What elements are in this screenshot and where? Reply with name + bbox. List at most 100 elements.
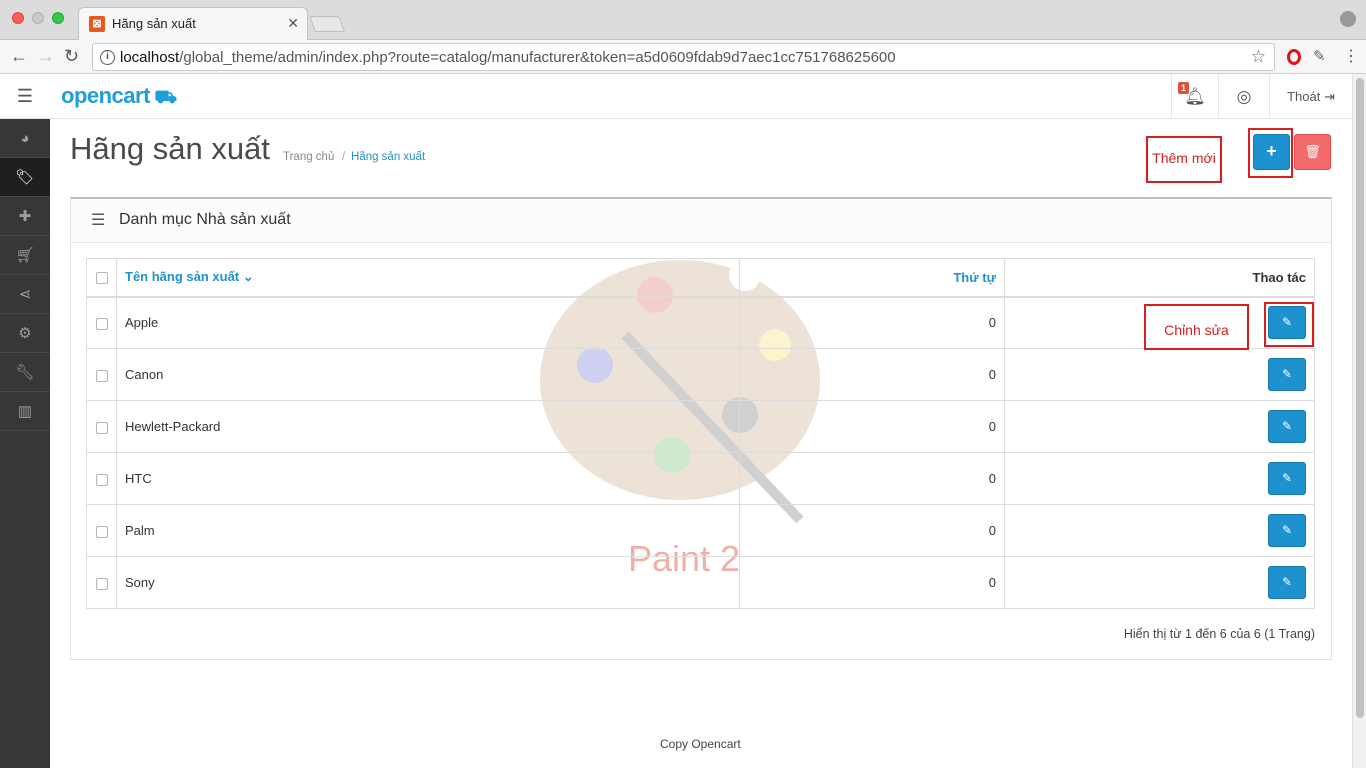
breadcrumb-current-link[interactable]: Hãng sản xuất <box>351 151 425 163</box>
cart-icon[interactable]: 🛒︎ <box>0 236 50 275</box>
manufacturer-name: Hewlett-Packard <box>116 400 740 453</box>
breadcrumb-separator: / <box>342 151 346 163</box>
browser-tab-bar: ⊠ Hãng sản xuất ✕ <box>0 0 1366 40</box>
table-header-row: Tên hãng sản xuất ⌄ Thứ tự Thao tác <box>86 258 1315 298</box>
sort-order-value: 0 <box>739 556 1005 609</box>
action-cell: ✎ <box>1004 504 1315 557</box>
row-select-cell <box>86 556 117 609</box>
table-row: HTC 0 ✎ <box>86 452 1315 505</box>
browser-tab[interactable]: ⊠ Hãng sản xuất ✕ <box>78 7 308 40</box>
breadcrumb-home-link[interactable]: Trang chủ <box>283 151 334 163</box>
sign-out-icon: ⇥ <box>1323 89 1335 104</box>
table-row: Palm 0 ✎ <box>86 504 1315 557</box>
row-checkbox[interactable] <box>95 369 108 382</box>
address-bar[interactable]: i localhost/global_theme/admin/index.php… <box>92 43 1275 71</box>
pagination-summary: Hiển thị từ 1 đến 6 của 6 (1 Trang) <box>1123 627 1315 641</box>
pencil-icon: ✎ <box>1281 523 1293 537</box>
edit-annotation-note: Chỉnh sửa <box>1144 304 1249 350</box>
row-checkbox[interactable] <box>95 317 108 330</box>
scroll-thumb[interactable] <box>1356 78 1364 718</box>
share-icon[interactable]: ⋖ <box>0 275 50 314</box>
notifications-button[interactable]: 1 🔔︎ <box>1171 74 1218 119</box>
logout-label: Thoát <box>1287 89 1321 104</box>
row-checkbox[interactable] <box>95 577 108 590</box>
page-scrollbar[interactable] <box>1352 74 1366 768</box>
browser-menu-icon[interactable]: ⋮ <box>1343 46 1359 66</box>
browser-toolbar: ← → ↻ i localhost/global_theme/admin/ind… <box>0 40 1366 74</box>
name-column-header[interactable]: Tên hãng sản xuất ⌄ <box>116 258 740 298</box>
manufacturer-table: Tên hãng sản xuất ⌄ Thứ tự Thao tác Appl… <box>86 258 1315 609</box>
edit-button[interactable]: ✎ <box>1268 514 1306 547</box>
select-all-cell <box>86 258 117 298</box>
close-window-button[interactable] <box>12 12 24 24</box>
row-checkbox[interactable] <box>95 525 108 538</box>
row-select-cell <box>86 348 117 401</box>
panel-title: Danh mục Nhà sản xuất <box>119 211 291 228</box>
edit-button[interactable]: ✎ <box>1268 462 1306 495</box>
row-checkbox[interactable] <box>95 473 108 486</box>
cog-icon[interactable]: ⚙ <box>0 314 50 353</box>
manufacturer-name: HTC <box>116 452 740 505</box>
add-annotation-note: Thêm mới <box>1146 136 1222 183</box>
select-all-checkbox[interactable] <box>95 272 108 285</box>
sidebar: ◕ 🏷︎ ✚ 🛒︎ ⋖ ⚙ 🔧︎ ▥ <box>0 119 50 768</box>
puzzle-icon[interactable]: ✚ <box>0 197 50 236</box>
manufacturer-name: Canon <box>116 348 740 401</box>
app-header: ☰ opencart ⛟ 1 🔔︎ ◎ Thoát ⇥ <box>0 74 1352 119</box>
wrench-icon[interactable]: 🔧︎ <box>0 353 50 392</box>
help-button[interactable]: ◎ <box>1218 74 1269 119</box>
logo-cart-icon: ⛟ <box>149 87 177 107</box>
edit-button[interactable]: ✎ <box>1268 410 1306 443</box>
forward-arrow-icon[interactable]: → <box>37 45 55 67</box>
profile-icon[interactable] <box>1340 11 1356 27</box>
pencil-icon: ✎ <box>1281 367 1293 381</box>
sort-order-value: 0 <box>739 504 1005 557</box>
minimize-window-button[interactable] <box>32 12 44 24</box>
menu-toggle-icon[interactable]: ☰ <box>0 74 50 119</box>
sort-order-column-header[interactable]: Thứ tự <box>739 258 1005 298</box>
tab-close-icon[interactable]: ✕ <box>287 15 299 32</box>
table-row: Apple 0 ✎ <box>86 296 1315 349</box>
info-icon[interactable]: i <box>100 50 115 65</box>
sort-order-sort-link[interactable]: Thứ tự <box>953 270 996 285</box>
bar-chart-icon[interactable]: ▥ <box>0 392 50 431</box>
back-arrow-icon[interactable]: ← <box>10 45 28 67</box>
action-column-header: Thao tác <box>1004 258 1315 298</box>
sort-order-value: 0 <box>739 348 1005 401</box>
edit-button[interactable]: ✎ <box>1268 358 1306 391</box>
table-row: Hewlett-Packard 0 ✎ <box>86 400 1315 453</box>
logout-button[interactable]: Thoát ⇥ <box>1269 74 1352 119</box>
row-checkbox[interactable] <box>95 421 108 434</box>
manufacturer-name: Sony <box>116 556 740 609</box>
row-select-cell <box>86 400 117 453</box>
footer-text: Copy Opencart <box>660 737 741 751</box>
tab-title: Hãng sản xuất <box>112 16 196 31</box>
row-select-cell <box>86 296 117 349</box>
opencart-logo[interactable]: opencart ⛟ <box>61 83 177 111</box>
add-button[interactable]: + <box>1253 134 1290 170</box>
edit-highlight-box <box>1264 302 1314 347</box>
life-ring-icon: ◎ <box>1236 87 1252 106</box>
action-cell: ✎ <box>1004 348 1315 401</box>
eyedropper-extension-icon[interactable]: ✎ <box>1313 47 1326 65</box>
delete-button[interactable]: 🗑︎ <box>1294 134 1331 170</box>
action-cell: ✎ <box>1004 400 1315 453</box>
table-row: Canon 0 ✎ <box>86 348 1315 401</box>
logo-text: opencart <box>61 83 150 108</box>
manufacturer-name: Apple <box>116 296 740 349</box>
dashboard-icon[interactable]: ◕ <box>0 119 50 158</box>
page-title: Hãng sản xuất <box>70 131 270 166</box>
name-sort-link[interactable]: Tên hãng sản xuất <box>125 269 239 284</box>
action-cell: ✎ <box>1004 556 1315 609</box>
sort-order-value: 0 <box>739 452 1005 505</box>
tags-icon[interactable]: 🏷︎ <box>0 158 50 197</box>
new-tab-button[interactable] <box>309 16 345 32</box>
plus-icon: + <box>1266 141 1277 161</box>
opera-extension-icon[interactable] <box>1287 49 1301 65</box>
edit-button[interactable]: ✎ <box>1268 566 1306 599</box>
maximize-window-button[interactable] <box>52 12 64 24</box>
bookmark-star-icon[interactable]: ☆ <box>1251 47 1266 67</box>
sort-order-value: 0 <box>739 296 1005 349</box>
table-row: Sony 0 ✎ <box>86 556 1315 609</box>
reload-icon[interactable]: ↻ <box>64 45 79 67</box>
